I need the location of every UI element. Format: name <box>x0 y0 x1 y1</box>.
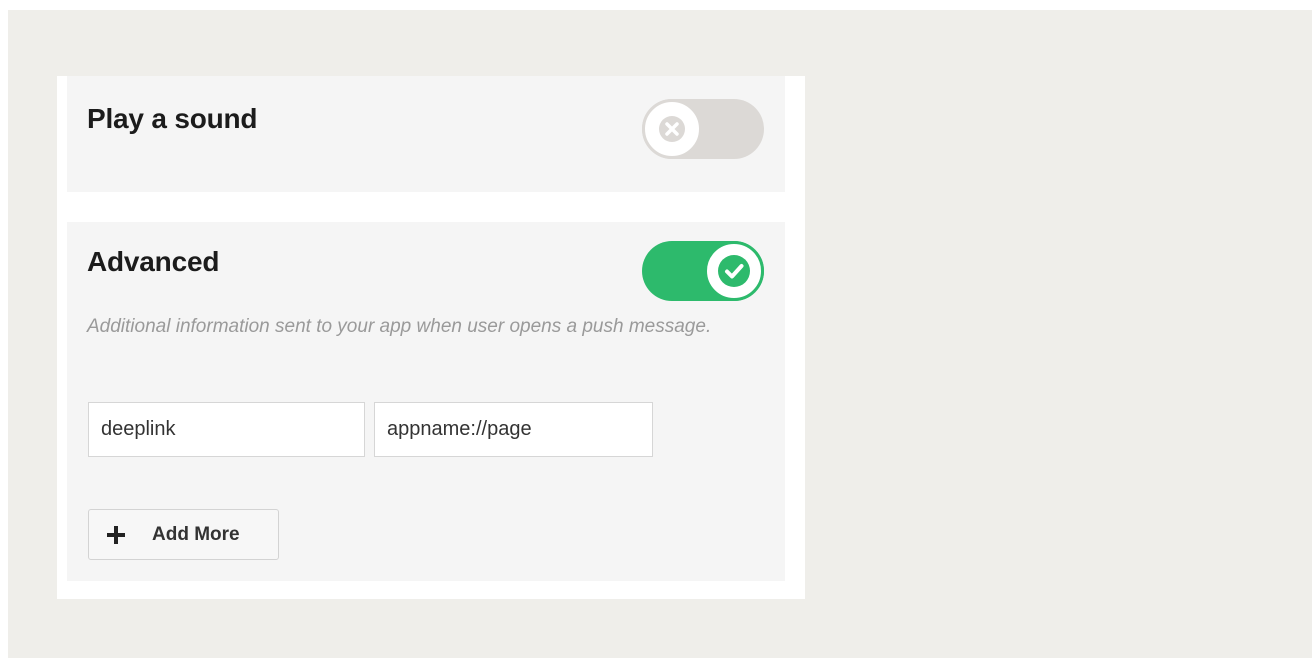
advanced-section: Advanced Additional information sent to … <box>67 222 785 581</box>
sound-title: Play a sound <box>87 103 258 134</box>
advanced-toggle[interactable] <box>642 241 764 301</box>
advanced-description: Additional information sent to your app … <box>87 316 712 337</box>
sound-toggle[interactable] <box>642 99 764 159</box>
sound-toggle-knob <box>642 99 702 159</box>
add-more-button[interactable]: Add More <box>88 509 279 560</box>
sound-section: Play a sound <box>67 76 785 192</box>
advanced-title: Advanced <box>87 246 220 277</box>
key-input[interactable] <box>88 402 365 457</box>
value-input[interactable] <box>374 402 653 457</box>
plus-icon <box>107 525 125 544</box>
check-icon <box>718 255 750 287</box>
x-icon <box>659 116 685 142</box>
settings-panel: Play a sound Advanced Additional informa… <box>57 76 805 599</box>
advanced-toggle-knob <box>704 241 764 301</box>
page-background: Play a sound Advanced Additional informa… <box>8 10 1312 658</box>
add-more-label: Add More <box>152 523 240 545</box>
